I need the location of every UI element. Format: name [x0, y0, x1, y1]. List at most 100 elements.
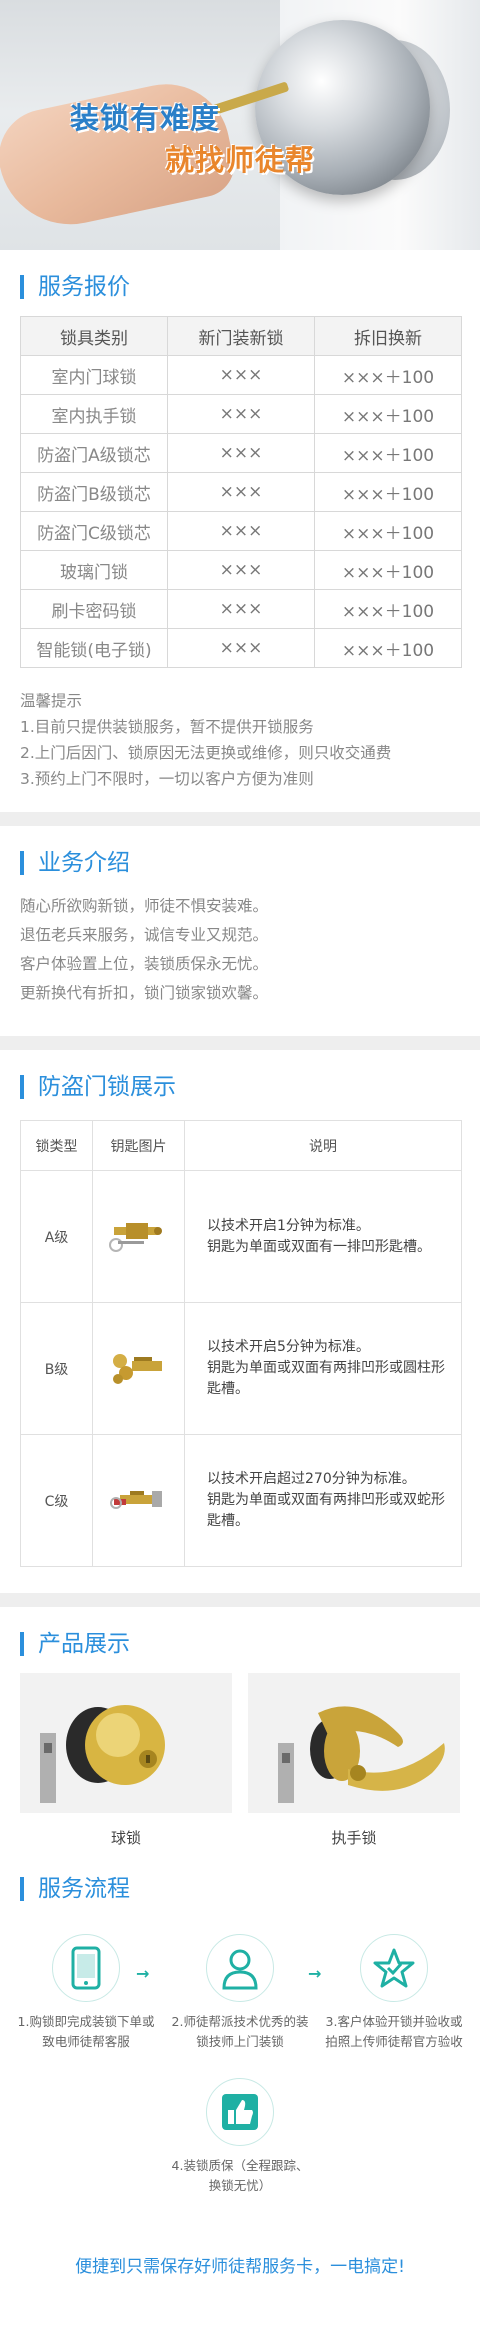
new-price: ××× — [167, 433, 315, 473]
pricing-tips: 温馨提示 1.目前只提供装锁服务，暂不提供开锁服务 2.上门后因门、锁原因无法更… — [20, 688, 460, 792]
flow-step-label: 2.师徒帮派技术优秀的装锁技师上门装锁 — [171, 2014, 309, 2049]
arrow-right-icon: → — [308, 1964, 322, 1983]
intro-line: 随心所欲购新锁，师徒不惧安装难。 — [20, 897, 269, 915]
pricing-header-new: 新门装新锁 — [167, 316, 315, 356]
table-row: 防盗门C级锁芯 ××× ×××＋100 — [20, 511, 462, 551]
key-icon — [106, 1215, 172, 1259]
flow-step-label: 3.客户体验开锁并验收或拍照上传师徒帮官方验收 — [325, 2014, 463, 2049]
intro-line: 客户体验置上位，装锁质保永无忧。 — [20, 955, 269, 973]
product-name: 球锁 — [110, 1829, 141, 1847]
table-row: A级 以技术开启1分钟为标准。 钥匙为单面或双面有一排凹形匙槽。 — [20, 1170, 462, 1303]
replace-price: ×××＋100 — [314, 550, 462, 590]
replace-price: ×××＋100 — [314, 628, 462, 668]
lever-lock-image — [248, 1673, 460, 1813]
table-row: 防盗门B级锁芯 ××× ×××＋100 — [20, 472, 462, 512]
pricing-header-row: 锁具类别 新门装新锁 拆旧换新 — [20, 316, 462, 356]
pricing-table: 锁具类别 新门装新锁 拆旧换新 室内门球锁 ××× ×××＋100 室内执手锁 ×××… — [20, 316, 462, 668]
key-picture-cell — [92, 1434, 185, 1567]
lock-level: B级 — [20, 1302, 93, 1435]
table-row: 刷卡密码锁 ××× ×××＋100 — [20, 589, 462, 629]
key-icon — [106, 1479, 172, 1523]
replace-price: ×××＋100 — [314, 355, 462, 395]
product-name: 执手锁 — [331, 1829, 377, 1847]
new-price: ××× — [167, 355, 315, 395]
lock-category: 防盗门C级锁芯 — [20, 511, 168, 551]
replace-price: ×××＋100 — [314, 472, 462, 512]
hero-title-line1: 装锁有难度 — [70, 101, 221, 135]
lock-category: 室内执手锁 — [20, 394, 168, 434]
footer-slogan: 便捷到只需保存好师徒帮服务卡，一电搞定! — [75, 2257, 405, 2277]
new-price: ××× — [167, 472, 315, 512]
lock-description: 以技术开启5分钟为标准。 钥匙为单面或双面有两排凹形或圆柱形匙槽。 — [184, 1302, 462, 1435]
intro-line: 退伍老兵来服务，诚信专业又规范。 — [20, 926, 269, 944]
replace-price: ×××＋100 — [314, 394, 462, 434]
hero-title-line2: 就找师徒帮 — [165, 143, 316, 177]
technician-icon — [206, 1934, 274, 2002]
table-row: C级 以技术开启超过270分钟为标准。 钥匙为单面或双面有两排凹形或双蛇形匙槽。 — [20, 1434, 462, 1567]
locks-header-desc: 说明 — [184, 1120, 462, 1171]
lock-category: 玻璃门锁 — [20, 550, 168, 590]
flow-title: 服务流程 — [20, 1874, 480, 1904]
tip-item: 1.目前只提供装锁服务，暂不提供开锁服务 — [20, 718, 314, 736]
star-icon — [360, 1934, 428, 2002]
locks-header-row: 锁类型 钥匙图片 说明 — [20, 1120, 462, 1171]
intro-title: 业务介绍 — [20, 848, 480, 878]
hero-banner: 装锁有难度 就找师徒帮 — [0, 0, 480, 250]
page: 装锁有难度 就找师徒帮 服务报价 锁具类别 新门装新锁 拆旧换新 室内门球锁 ××… — [0, 0, 480, 2277]
divider — [0, 1036, 480, 1050]
flow-step-label: 1.购锁即完成装锁下单或致电师徒帮客服 — [17, 2014, 155, 2049]
ball-lock-image — [20, 1673, 232, 1813]
arrow-right-icon: → — [136, 1964, 150, 1983]
pricing-header-category: 锁具类别 — [20, 316, 168, 356]
new-price: ××× — [167, 550, 315, 590]
lock-description: 以技术开启1分钟为标准。 钥匙为单面或双面有一排凹形匙槽。 — [184, 1170, 462, 1303]
lock-level: C级 — [20, 1434, 93, 1567]
locks-header-key: 钥匙图片 — [92, 1120, 185, 1171]
table-row: 智能锁(电子锁) ××× ×××＋100 — [20, 628, 462, 668]
tips-heading: 温馨提示 — [20, 692, 83, 710]
table-row: 室内门球锁 ××× ×××＋100 — [20, 355, 462, 395]
new-price: ××× — [167, 589, 315, 629]
intro-line: 更新换代有折扣，锁门锁家锁欢馨。 — [20, 984, 269, 1002]
divider — [0, 1593, 480, 1607]
locks-table: 锁类型 钥匙图片 说明 A级 以技术开启1分钟为标准。 钥匙为单面或双面有一排凹… — [20, 1120, 462, 1567]
lock-category: 室内门球锁 — [20, 355, 168, 395]
key-picture-cell — [92, 1302, 185, 1435]
table-row: 玻璃门锁 ××× ×××＋100 — [20, 550, 462, 590]
products-title: 产品展示 — [20, 1629, 480, 1659]
tip-item: 3.预约上门不限时，一切以客户方便为准则 — [20, 770, 314, 788]
replace-price: ×××＋100 — [314, 511, 462, 551]
product-card[interactable]: 球锁 — [20, 1673, 232, 1848]
flow-step-label: 4.装锁质保（全程跟踪、换锁无忧） — [171, 2158, 309, 2193]
new-price: ××× — [167, 394, 315, 434]
thumbs-up-icon — [206, 2078, 274, 2146]
lock-category: 防盗门B级锁芯 — [20, 472, 168, 512]
pricing-header-replace: 拆旧换新 — [314, 316, 462, 356]
phone-icon — [52, 1934, 120, 2002]
table-row: 室内执手锁 ××× ×××＋100 — [20, 394, 462, 434]
flow-step: 1.购锁即完成装锁下单或致电师徒帮客服 — [16, 1934, 156, 2052]
key-icon — [106, 1347, 172, 1391]
new-price: ××× — [167, 628, 315, 668]
replace-price: ×××＋100 — [314, 433, 462, 473]
lock-category: 刷卡密码锁 — [20, 589, 168, 629]
pricing-title: 服务报价 — [20, 272, 480, 302]
locks-title: 防盗门锁展示 — [20, 1072, 480, 1102]
table-row: 防盗门A级锁芯 ××× ×××＋100 — [20, 433, 462, 473]
flow-step: 3.客户体验开锁并验收或拍照上传师徒帮官方验收 — [324, 1934, 464, 2052]
service-flow: 1.购锁即完成装锁下单或致电师徒帮客服 → 2.师徒帮派技术优秀的装锁技师上门装… — [0, 1910, 480, 2240]
flow-step: 4.装锁质保（全程跟踪、换锁无忧） — [170, 2078, 310, 2196]
divider — [0, 812, 480, 826]
table-row: B级 以技术开启5分钟为标准。 钥匙为单面或双面有两排凹形或圆柱形匙槽。 — [20, 1302, 462, 1435]
locks-header-type: 锁类型 — [20, 1120, 93, 1171]
key-picture-cell — [92, 1170, 185, 1303]
intro-text: 随心所欲购新锁，师徒不惧安装难。 退伍老兵来服务，诚信专业又规范。 客户体验置上… — [20, 892, 460, 1008]
lock-description-text: 以技术开启1分钟为标准。 钥匙为单面或双面有一排凹形匙槽。 — [207, 1217, 431, 1255]
lock-category: 防盗门A级锁芯 — [20, 433, 168, 473]
lock-description-text: 以技术开启5分钟为标准。 钥匙为单面或双面有两排凹形或圆柱形匙槽。 — [207, 1339, 445, 1397]
new-price: ××× — [167, 511, 315, 551]
lock-level: A级 — [20, 1170, 93, 1303]
replace-price: ×××＋100 — [314, 589, 462, 629]
product-card[interactable]: 执手锁 — [248, 1673, 460, 1848]
lock-description-text: 以技术开启超过270分钟为标准。 钥匙为单面或双面有两排凹形或双蛇形匙槽。 — [207, 1471, 445, 1529]
